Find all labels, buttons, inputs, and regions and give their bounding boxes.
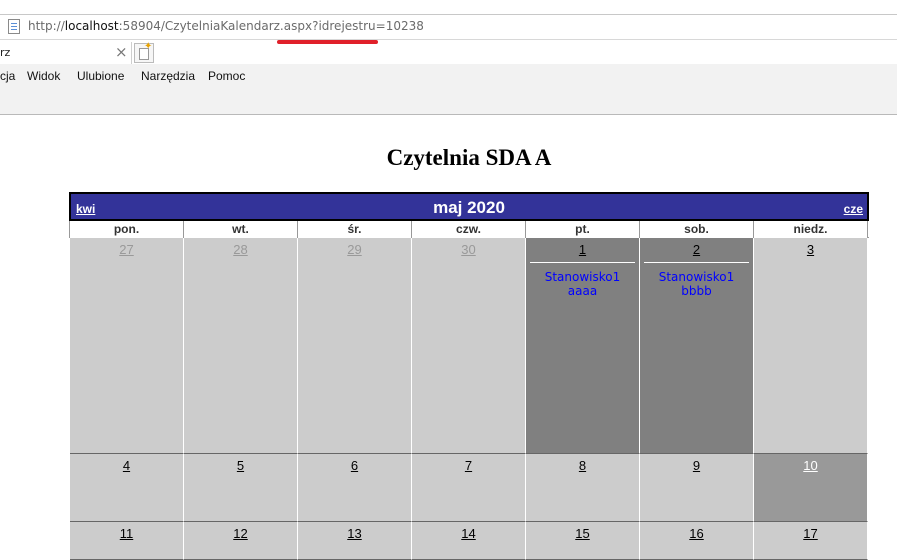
url-host: localhost [64,19,119,33]
calendar-day-cell[interactable]: 12 [184,522,298,560]
day-number-link[interactable]: 16 [640,526,753,541]
tab-row: rz × [0,41,897,64]
calendar-day-cell[interactable]: 3 [754,238,868,454]
weekday-header: wt. [184,221,298,238]
address-url[interactable]: http://localhost:58904/CzytelniaKalendar… [28,19,424,33]
page-icon [8,19,20,34]
calendar-day-cell[interactable]: 29 [298,238,412,454]
calendar-day-cell[interactable]: 8 [526,454,640,522]
day-number-link[interactable]: 14 [412,526,525,541]
calendar-day-cell[interactable]: 2 Stanowisko1 bbbb [640,238,754,454]
month-title: maj 2020 [433,198,505,217]
day-number-link[interactable]: 28 [184,242,297,257]
tab-title: rz [0,46,11,59]
day-number-link[interactable]: 8 [526,458,639,473]
close-tab-icon[interactable]: × [115,43,128,61]
day-number-link[interactable]: 13 [298,526,411,541]
day-number-link[interactable]: 10 [754,458,867,473]
weekday-header: śr. [298,221,412,238]
calendar-day-cell[interactable]: 16 [640,522,754,560]
calendar-day-cell[interactable]: 11 [70,522,184,560]
calendar-day-cell[interactable]: 7 [412,454,526,522]
calendar-day-cell[interactable]: 1 Stanowisko1 aaaa [526,238,640,454]
day-number-link[interactable]: 30 [412,242,525,257]
calendar-day-cell[interactable]: 9 [640,454,754,522]
weekday-header: niedz. [754,221,868,238]
day-number-link[interactable]: 27 [70,242,183,257]
event-separator [644,262,749,263]
day-number-link[interactable]: 9 [640,458,753,473]
browser-tab[interactable]: rz × [0,42,132,64]
calendar-day-cell[interactable]: 28 [184,238,298,454]
calendar-day-cell[interactable]: 10 [754,454,868,522]
menu-item-ulubione[interactable]: Ulubione [77,69,124,83]
day-number-link[interactable]: 29 [298,242,411,257]
menu-item-edycja[interactable]: cja [0,69,15,83]
url-prefix: http:// [28,19,65,33]
page-title: Czytelnia SDA A [386,145,552,170]
day-number-link[interactable]: 12 [184,526,297,541]
calendar-day-cell[interactable]: 30 [412,238,526,454]
day-number-link[interactable]: 5 [184,458,297,473]
day-number-link[interactable]: 7 [412,458,525,473]
new-tab-icon[interactable] [134,41,154,63]
day-number-link[interactable]: 11 [70,526,183,541]
day-number-link[interactable]: 17 [754,526,867,541]
calendar-day-cell[interactable]: 17 [754,522,868,560]
weekday-header: sob. [640,221,754,238]
reservation-line: bbbb [681,284,712,298]
day-number-link[interactable]: 1 [526,242,639,257]
calendar-day-cell[interactable]: 27 [70,238,184,454]
calendar-day-cell[interactable]: 6 [298,454,412,522]
weekday-header: czw. [412,221,526,238]
calendar-header: kwi maj 2020 cze [69,192,869,221]
menu-bar: cja Widok Ulubione Narzędzia Pomoc [0,64,897,115]
menu-item-pomoc[interactable]: Pomoc [208,69,245,83]
calendar-day-cell[interactable]: 13 [298,522,412,560]
reservation-line: Stanowisko1 [658,270,735,284]
day-number-link[interactable]: 2 [640,242,753,257]
day-number-link[interactable]: 4 [70,458,183,473]
weekday-header: pon. [70,221,184,238]
reservation-line: Stanowisko1 [544,270,621,284]
calendar-day-cell[interactable]: 5 [184,454,298,522]
calendar-day-cell[interactable]: 4 [70,454,184,522]
day-number-link[interactable]: 6 [298,458,411,473]
next-month-link[interactable]: cze [844,202,863,216]
day-number-link[interactable]: 15 [526,526,639,541]
menu-item-widok[interactable]: Widok [27,69,60,83]
event-separator [530,262,635,263]
reservation-link[interactable]: Stanowisko1 aaaa [526,270,639,298]
menu-item-narzedzia[interactable]: Narzędzia [141,69,195,83]
reservation-link[interactable]: Stanowisko1 bbbb [640,270,753,298]
day-number-link[interactable]: 3 [754,242,867,257]
address-bar[interactable]: http://localhost:58904/CzytelniaKalendar… [0,14,897,40]
calendar-day-cell[interactable]: 15 [526,522,640,560]
weekday-header: pt. [526,221,640,238]
calendar-day-cell[interactable]: 14 [412,522,526,560]
url-rest: :58904/CzytelniaKalendarz.aspx?idrejestr… [118,19,424,33]
reservation-line: aaaa [567,284,598,298]
